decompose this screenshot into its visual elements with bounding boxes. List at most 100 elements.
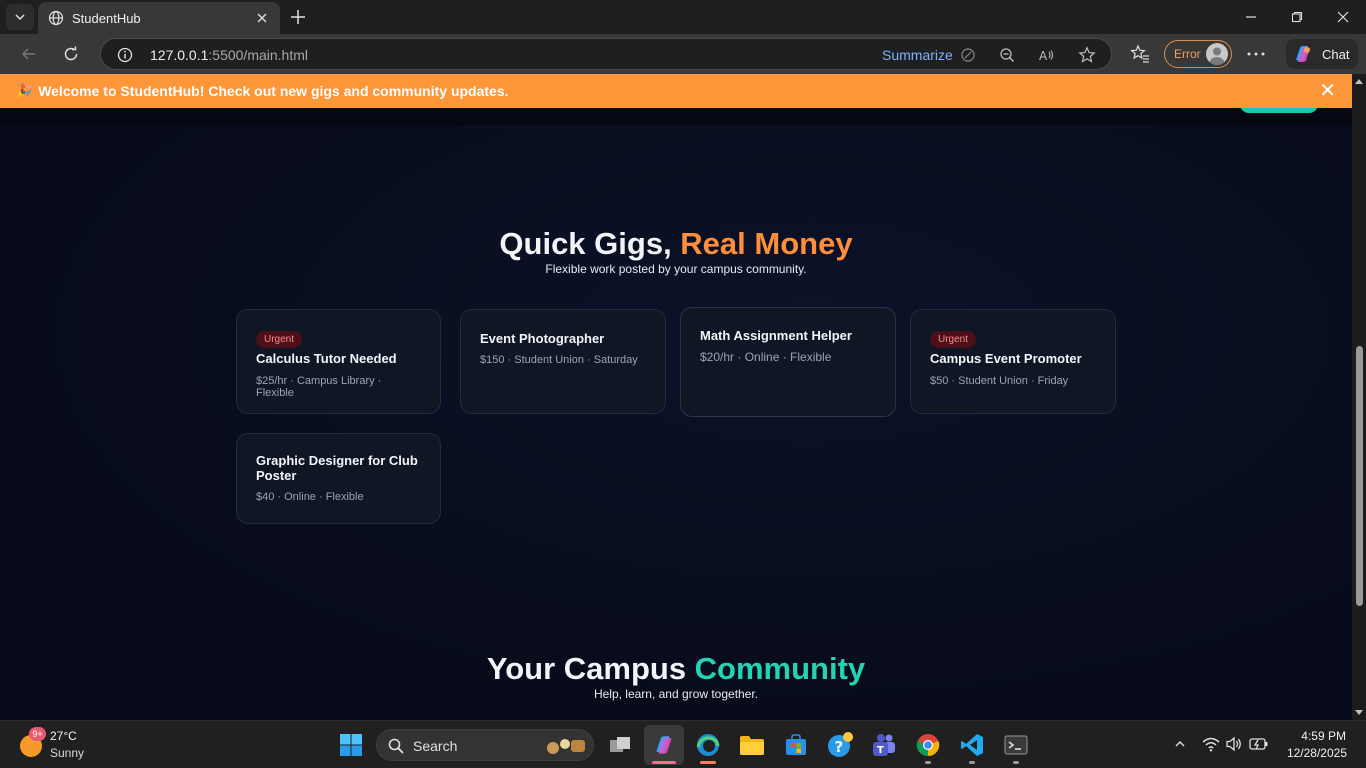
gig-title: Event Photographer bbox=[480, 331, 605, 346]
battery-icon[interactable] bbox=[1249, 734, 1269, 754]
close-icon bbox=[1337, 11, 1349, 23]
info-icon[interactable] bbox=[115, 45, 135, 65]
gig-card[interactable]: Urgent Campus Event Promoter $50 · Stude… bbox=[910, 309, 1116, 414]
chrome-app[interactable] bbox=[908, 725, 948, 765]
page-viewport: 🎉 Welcome to StudentHub! Check out new g… bbox=[0, 74, 1352, 720]
gigs-title-main: Quick Gigs, bbox=[499, 226, 681, 261]
svg-text:A: A bbox=[1039, 49, 1048, 63]
more-icon bbox=[1247, 52, 1265, 56]
urgent-badge: Urgent bbox=[256, 331, 303, 348]
show-hidden-icons-button[interactable] bbox=[1170, 734, 1190, 754]
tab-list-button[interactable] bbox=[6, 4, 34, 30]
active-indicator bbox=[652, 761, 676, 764]
url-text[interactable]: 127.0.0.1:5500/main.html bbox=[150, 47, 308, 63]
running-indicator bbox=[969, 761, 975, 764]
copilot-chat-button[interactable]: Chat bbox=[1286, 39, 1358, 69]
scroll-up-icon[interactable] bbox=[1355, 78, 1363, 86]
volume-icon[interactable] bbox=[1224, 734, 1244, 754]
summarize-button[interactable]: Summarize bbox=[882, 47, 953, 63]
profile-status: Error bbox=[1174, 47, 1201, 61]
summarize-icon[interactable] bbox=[958, 45, 978, 65]
windows-logo-icon bbox=[340, 734, 362, 756]
browser-tab[interactable]: StudentHub bbox=[38, 2, 280, 34]
copilot-app[interactable] bbox=[644, 725, 684, 765]
wifi-icon[interactable] bbox=[1201, 734, 1221, 754]
gig-card[interactable]: Graphic Designer for Club Poster $40 · O… bbox=[236, 433, 441, 524]
gig-card[interactable]: Event Photographer $150 · Student Union … bbox=[460, 309, 666, 414]
running-indicator bbox=[925, 761, 931, 764]
refresh-icon bbox=[64, 46, 78, 61]
urgent-badge: Urgent bbox=[930, 331, 977, 348]
zoom-out-icon[interactable] bbox=[997, 45, 1017, 65]
svg-text:T: T bbox=[877, 745, 884, 756]
star-icon[interactable] bbox=[1077, 45, 1097, 65]
url-host: 127.0.0.1 bbox=[150, 47, 209, 63]
minimize-button[interactable] bbox=[1228, 0, 1274, 34]
restore-button[interactable] bbox=[1274, 0, 1320, 34]
avatar bbox=[1206, 43, 1228, 65]
community-title-accent: Community bbox=[694, 651, 866, 686]
gig-card[interactable]: Math Assignment Helper $20/hr · Online ·… bbox=[680, 307, 896, 417]
close-icon bbox=[257, 13, 267, 23]
banner-close-button[interactable]: ✕ bbox=[1319, 81, 1336, 101]
restore-icon bbox=[1291, 11, 1303, 23]
gigs-title-accent: Real Money bbox=[680, 226, 853, 261]
store-app[interactable] bbox=[776, 725, 816, 765]
weather-description[interactable]: Sunny bbox=[50, 746, 84, 760]
scroll-down-icon[interactable] bbox=[1355, 708, 1363, 716]
read-aloud-icon[interactable]: A bbox=[1037, 45, 1057, 65]
banner-text: Welcome to StudentHub! Check out new gig… bbox=[38, 83, 509, 99]
search-highlight-icon bbox=[547, 739, 585, 754]
running-indicator bbox=[1013, 761, 1019, 764]
weather-notification-badge: 9+ bbox=[29, 727, 46, 741]
help-icon: ? bbox=[828, 732, 853, 757]
taskbar-search[interactable]: Search bbox=[376, 729, 594, 761]
clock-date[interactable]: 12/28/2025 bbox=[1287, 746, 1347, 760]
browser-toolbar: 127.0.0.1:5500/main.html Summarize A Err… bbox=[0, 34, 1366, 74]
edge-app[interactable] bbox=[688, 725, 728, 765]
gig-meta: $50 · Student Union · Friday bbox=[930, 375, 1069, 387]
tab-title: StudentHub bbox=[72, 10, 141, 26]
page-scrollbar[interactable] bbox=[1352, 74, 1366, 720]
terminal-app[interactable] bbox=[996, 725, 1036, 765]
new-tab-button[interactable] bbox=[286, 5, 310, 29]
url-path: :5500/main.html bbox=[208, 47, 308, 63]
scroll-thumb[interactable] bbox=[1356, 346, 1363, 606]
get-help-app[interactable]: ? bbox=[820, 725, 860, 765]
active-indicator bbox=[700, 761, 716, 764]
teams-app[interactable]: T bbox=[864, 725, 904, 765]
chevron-down-icon bbox=[15, 14, 25, 21]
copilot-icon bbox=[656, 736, 672, 754]
back-button[interactable] bbox=[14, 40, 44, 68]
gigs-title: Quick Gigs, Real Money bbox=[0, 226, 1352, 262]
file-explorer-app[interactable] bbox=[732, 725, 772, 765]
teams-icon: T bbox=[873, 734, 895, 756]
chat-label: Chat bbox=[1322, 46, 1350, 62]
community-title: Your Campus Community bbox=[0, 651, 1352, 687]
gig-meta: $25/hr · Campus Library · Flexible bbox=[256, 375, 382, 399]
favorites-icon[interactable] bbox=[1128, 42, 1152, 66]
community-title-main: Your Campus bbox=[486, 651, 695, 686]
vscode-app[interactable] bbox=[952, 725, 992, 765]
svg-text:?: ? bbox=[835, 738, 844, 756]
search-icon bbox=[388, 738, 404, 754]
chevron-up-icon bbox=[1175, 741, 1185, 747]
gig-meta: $150 · Student Union · Saturday bbox=[480, 354, 638, 366]
start-button[interactable] bbox=[331, 725, 371, 765]
close-window-button[interactable] bbox=[1320, 0, 1366, 34]
tab-close-button[interactable] bbox=[250, 6, 274, 30]
gig-card[interactable]: Urgent Calculus Tutor Needed $25/hr · Ca… bbox=[236, 309, 441, 414]
refresh-button[interactable] bbox=[56, 40, 86, 68]
more-button[interactable] bbox=[1244, 42, 1268, 66]
copilot-icon bbox=[1296, 46, 1310, 62]
minimize-icon bbox=[1246, 16, 1256, 18]
gig-title: Campus Event Promoter bbox=[930, 351, 1082, 366]
clock-time[interactable]: 4:59 PM bbox=[1301, 729, 1346, 743]
edge-icon bbox=[696, 734, 720, 756]
task-view-button[interactable] bbox=[600, 725, 640, 765]
address-bar[interactable]: 127.0.0.1:5500/main.html Summarize A bbox=[100, 38, 1112, 70]
profile-button[interactable]: Error bbox=[1164, 40, 1232, 68]
search-label: Search bbox=[413, 738, 458, 754]
weather-temperature[interactable]: 27°C bbox=[50, 729, 77, 743]
gigs-subtitle: Flexible work posted by your campus comm… bbox=[545, 262, 807, 276]
